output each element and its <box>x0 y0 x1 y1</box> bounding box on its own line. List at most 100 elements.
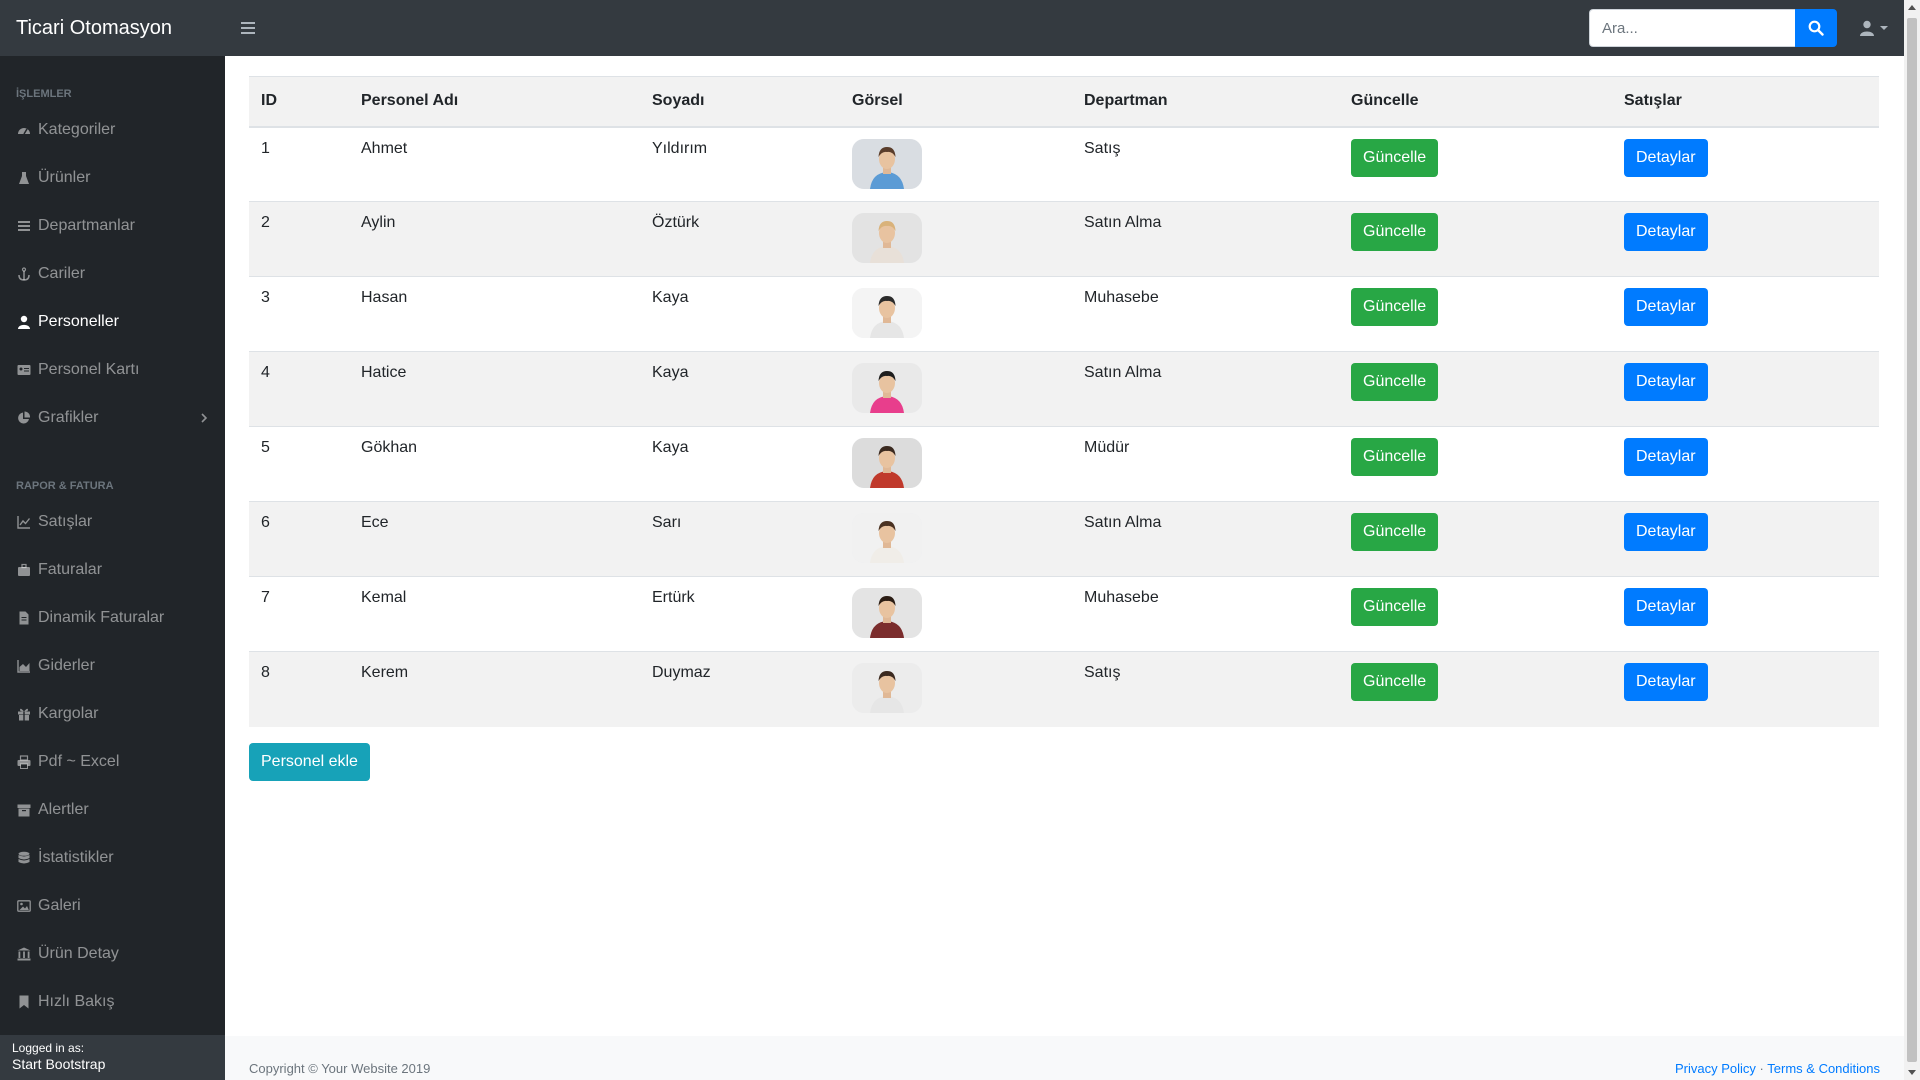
cell-sales: Detaylar <box>1612 351 1879 427</box>
details-button[interactable]: Detaylar <box>1624 288 1708 326</box>
user-dropdown[interactable] <box>1859 20 1888 36</box>
sidebar-item-grafikler[interactable]: Grafikler <box>0 394 225 442</box>
cell-image <box>840 126 1072 202</box>
personel-photo <box>852 213 922 263</box>
cell-department: Satın Alma <box>1072 501 1339 577</box>
cell-sales: Detaylar <box>1612 651 1879 727</box>
cell-id: 8 <box>249 651 349 727</box>
table-row: 8 Kerem Duymaz Satış Güncelle Detaylar <box>249 651 1879 727</box>
update-button[interactable]: Güncelle <box>1351 513 1439 551</box>
cell-name: Aylin <box>349 201 640 277</box>
cell-id: 4 <box>249 351 349 427</box>
personel-photo <box>852 363 922 413</box>
cell-name: Kerem <box>349 651 640 727</box>
sidebar-item-cariler[interactable]: Cariler <box>0 250 225 298</box>
update-button[interactable]: Güncelle <box>1351 288 1439 326</box>
sidebar-item-personeller[interactable]: Personeller <box>0 298 225 346</box>
col-header-department: Departman <box>1072 76 1339 128</box>
details-button[interactable]: Detaylar <box>1624 213 1708 251</box>
user-icon <box>1860 20 1874 36</box>
scrollbar-thumb[interactable] <box>1907 18 1917 1062</box>
cell-image <box>840 276 1072 352</box>
sidebar-item-personel-kartı[interactable]: Personel Kartı <box>0 346 225 394</box>
cell-name: Ece <box>349 501 640 577</box>
search-button[interactable] <box>1795 9 1837 47</box>
details-button[interactable]: Detaylar <box>1624 663 1708 701</box>
update-button[interactable]: Güncelle <box>1351 213 1439 251</box>
cell-update: Güncelle <box>1339 201 1612 277</box>
sidebar-item-faturalar[interactable]: Faturalar <box>0 546 225 594</box>
sidebar-item-ürün-detay[interactable]: Ürün Detay <box>0 930 225 978</box>
add-personel-button[interactable]: Personel ekle <box>249 742 370 781</box>
sidebar-item-alertler[interactable]: Alertler <box>0 786 225 834</box>
sidebar-item-giderler[interactable]: Giderler <box>0 642 225 690</box>
col-header-image: Görsel <box>840 76 1072 128</box>
cell-update: Güncelle <box>1339 651 1612 727</box>
scroll-down-icon[interactable] <box>1908 1070 1916 1075</box>
sidebar-item-i-statistikler[interactable]: İstatistikler <box>0 834 225 882</box>
sidebar-item-dinamik-faturalar[interactable]: Dinamik Faturalar <box>0 594 225 642</box>
col-header-surname: Soyadı <box>640 76 840 128</box>
sidebar-item-label: Giderler <box>38 657 95 674</box>
sidebar-item-kargolar[interactable]: Kargolar <box>0 690 225 738</box>
details-button[interactable]: Detaylar <box>1624 513 1708 551</box>
update-button[interactable]: Güncelle <box>1351 138 1439 177</box>
cell-name: Ahmet <box>349 126 640 202</box>
sidebar-item-galeri[interactable]: Galeri <box>0 882 225 930</box>
page-scrollbar[interactable] <box>1904 0 1920 1080</box>
cell-sales: Detaylar <box>1612 426 1879 502</box>
personel-photo <box>852 138 922 189</box>
cell-image <box>840 426 1072 502</box>
cell-update: Güncelle <box>1339 351 1612 427</box>
update-button[interactable]: Güncelle <box>1351 363 1439 401</box>
sidebar-item-label: Departmanlar <box>38 217 135 234</box>
footer-links: Privacy Policy · Terms & Conditions <box>1675 1061 1880 1076</box>
sidebar-item-label: Cariler <box>38 265 86 282</box>
cell-id: 7 <box>249 576 349 652</box>
sidebar-item-ürünler[interactable]: Ürünler <box>0 154 225 202</box>
update-button[interactable]: Güncelle <box>1351 663 1439 701</box>
cell-sales: Detaylar <box>1612 501 1879 577</box>
details-button[interactable]: Detaylar <box>1624 588 1708 626</box>
sidebar-item-label: Ürünler <box>38 169 91 186</box>
search-input[interactable] <box>1589 9 1795 47</box>
details-button[interactable]: Detaylar <box>1624 363 1708 401</box>
id-card-icon <box>16 362 32 378</box>
personel-photo <box>852 588 922 638</box>
col-header-id: ID <box>249 76 349 128</box>
brand-title[interactable]: Ticari Otomasyon <box>0 17 225 40</box>
col-header-name: Personel Adı <box>349 76 640 128</box>
table-row: 5 Gökhan Kaya Müdür Güncelle Detaylar <box>249 426 1879 502</box>
personel-photo <box>852 438 922 488</box>
update-button[interactable]: Güncelle <box>1351 588 1439 626</box>
sidebar-item-label: Ürün Detay <box>38 945 119 962</box>
database-icon <box>16 850 32 866</box>
scroll-up-icon[interactable] <box>1908 5 1916 10</box>
cell-update: Güncelle <box>1339 576 1612 652</box>
update-button[interactable]: Güncelle <box>1351 438 1439 476</box>
details-button[interactable]: Detaylar <box>1624 438 1708 476</box>
sidebar-toggle-button[interactable] <box>233 13 263 43</box>
privacy-policy-link[interactable]: Privacy Policy <box>1675 1061 1756 1076</box>
bars-icon <box>241 22 255 34</box>
sidebar-item-satışlar[interactable]: Satışlar <box>0 498 225 546</box>
sidebar-item-pdf-excel[interactable]: Pdf ~ Excel <box>0 738 225 786</box>
sidebar-item-label: Kategoriler <box>38 121 116 138</box>
sidebar-item-kategoriler[interactable]: Kategoriler <box>0 106 225 154</box>
cell-name: Kemal <box>349 576 640 652</box>
details-button[interactable]: Detaylar <box>1624 138 1708 177</box>
cell-sales: Detaylar <box>1612 276 1879 352</box>
table-row: 2 Aylin Öztürk Satın Alma Güncelle Detaylar <box>249 201 1879 277</box>
top-navbar: Ticari Otomasyon <box>0 0 1904 56</box>
footer-separator: · <box>1759 1061 1764 1076</box>
sidebar-item-hızlı-bakış[interactable]: Hızlı Bakış <box>0 978 225 1026</box>
sidebar-item-label: Galeri <box>38 897 81 914</box>
sidebar-heading-rapor: Rapor & Fatura <box>16 480 114 492</box>
cell-surname: Duymaz <box>640 651 840 727</box>
terms-link[interactable]: Terms & Conditions <box>1767 1061 1880 1076</box>
cell-surname: Ertürk <box>640 576 840 652</box>
sidebar-item-departmanlar[interactable]: Departmanlar <box>0 202 225 250</box>
table-row: 1 Ahmet Yıldırım Satış Güncelle Detaylar <box>249 126 1879 202</box>
sidebar-heading-islemler: İşlemler <box>16 88 72 100</box>
cell-id: 5 <box>249 426 349 502</box>
